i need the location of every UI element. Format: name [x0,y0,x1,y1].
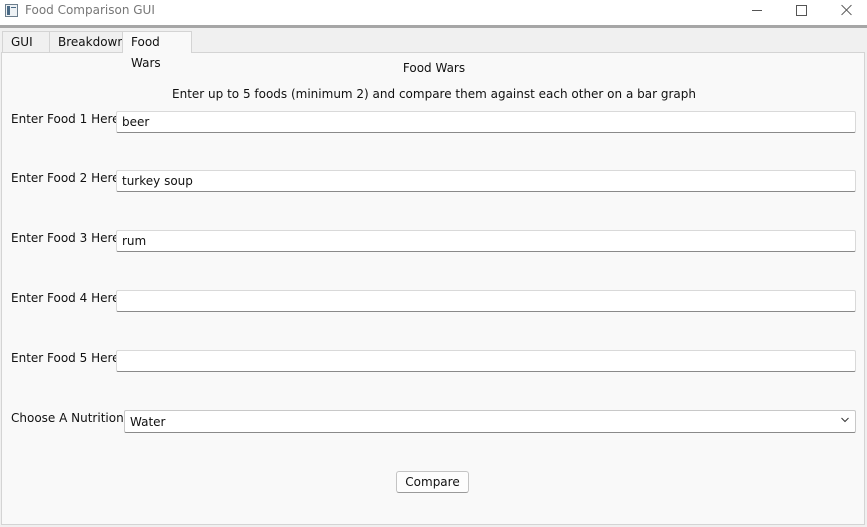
minimize-button[interactable] [734,0,780,20]
food-5-input[interactable] [116,350,856,372]
maximize-button[interactable] [778,0,824,20]
nutrition-label: Choose A Nutrition [11,411,124,425]
food-1-input[interactable] [116,111,856,133]
food-wars-panel: Food Wars Enter up to 5 foods (minimum 2… [1,52,865,525]
food-5-label: Enter Food 5 Here [11,351,120,365]
nutrition-select[interactable]: Water [124,410,856,433]
close-icon [841,4,853,16]
window-title: Food Comparison GUI [25,3,155,17]
page-instructions: Enter up to 5 foods (minimum 2) and comp… [172,87,696,101]
title-bar[interactable]: Food Comparison GUI [0,0,867,27]
maximize-icon [795,4,807,16]
food-3-label: Enter Food 3 Here [11,231,120,245]
food-2-input[interactable] [116,170,856,192]
close-button[interactable] [824,0,867,20]
food-1-label: Enter Food 1 Here [11,112,120,126]
tab-food-wars[interactable]: Food Wars [122,31,192,70]
food-4-input[interactable] [116,290,856,312]
food-4-label: Enter Food 4 Here [11,291,120,305]
food-3-input[interactable] [116,230,856,252]
app-window: Food Comparison GUI GUI Breakdown Food W… [0,0,867,527]
title-divider [0,25,867,28]
nutrition-selected-value: Water [130,415,166,429]
compare-button[interactable]: Compare [396,471,469,493]
tab-breakdown[interactable]: Breakdown [49,31,125,52]
app-icon [5,4,18,17]
minimize-icon [752,9,762,11]
chevron-down-icon [841,417,849,423]
food-2-label: Enter Food 2 Here [11,171,120,185]
tab-gui[interactable]: GUI [2,31,50,52]
